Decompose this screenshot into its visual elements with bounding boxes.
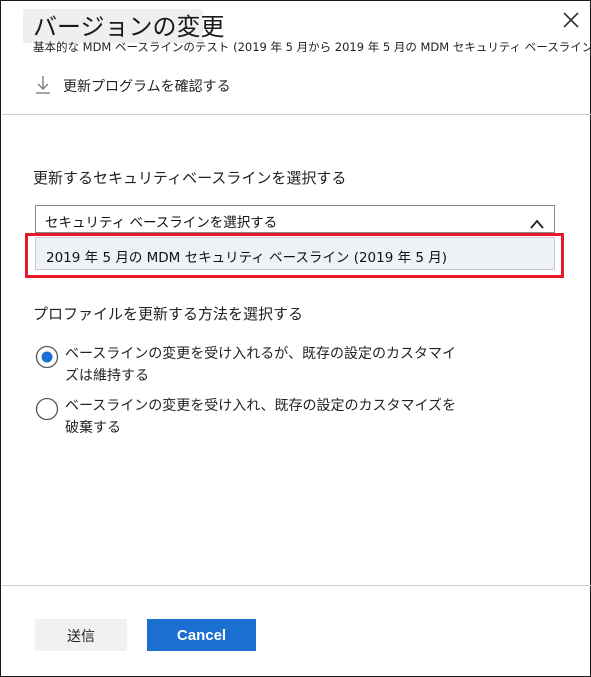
radio-keep-customizations[interactable]: ベースラインの変更を受け入れるが、既存の設定のカスタマイズは維持する xyxy=(35,343,475,389)
divider xyxy=(2,114,591,115)
chevron-up-icon xyxy=(530,214,544,229)
baseline-option-label: 2019 年 5 月の MDM セキュリティ ベースライン (2019 年 5 … xyxy=(46,250,448,266)
radio-keep-label: ベースラインの変更を受け入れるが、既存の設定のカスタマイズは維持する xyxy=(65,346,457,384)
dialog: バージョンの変更 基本的な MDM ベースラインのテスト (2019 年 5 月… xyxy=(0,0,591,677)
update-method-label: プロファイルを更新する方法を選択する xyxy=(33,305,304,323)
radio-selected-icon xyxy=(35,345,59,369)
close-icon[interactable] xyxy=(557,7,585,35)
check-updates-label: 更新プログラムを確認する xyxy=(63,79,231,95)
radio-discard-customizations[interactable]: ベースラインの変更を受け入れ、既存の設定のカスタマイズを破棄する xyxy=(35,395,475,441)
baseline-dropdown[interactable]: セキュリティ ベースラインを選択する xyxy=(35,205,555,233)
dialog-subtitle: 基本的な MDM ベースラインのテスト (2019 年 5 月から 2019 年… xyxy=(33,40,591,54)
dialog-title: バージョンの変更 xyxy=(33,13,225,41)
download-arrow-icon xyxy=(35,74,51,98)
check-updates-button[interactable]: 更新プログラムを確認する xyxy=(35,75,231,97)
baseline-dropdown-value: セキュリティ ベースラインを選択する xyxy=(45,215,278,231)
radio-unselected-icon xyxy=(35,397,59,421)
submit-button[interactable]: 送信 xyxy=(35,619,127,651)
footer-divider xyxy=(2,585,591,586)
baseline-select-label: 更新するセキュリティベースラインを選択する xyxy=(33,169,347,187)
radio-discard-label: ベースラインの変更を受け入れ、既存の設定のカスタマイズを破棄する xyxy=(65,398,457,436)
baseline-option[interactable]: 2019 年 5 月の MDM セキュリティ ベースライン (2019 年 5 … xyxy=(35,237,555,270)
cancel-button[interactable]: Cancel xyxy=(147,619,256,651)
